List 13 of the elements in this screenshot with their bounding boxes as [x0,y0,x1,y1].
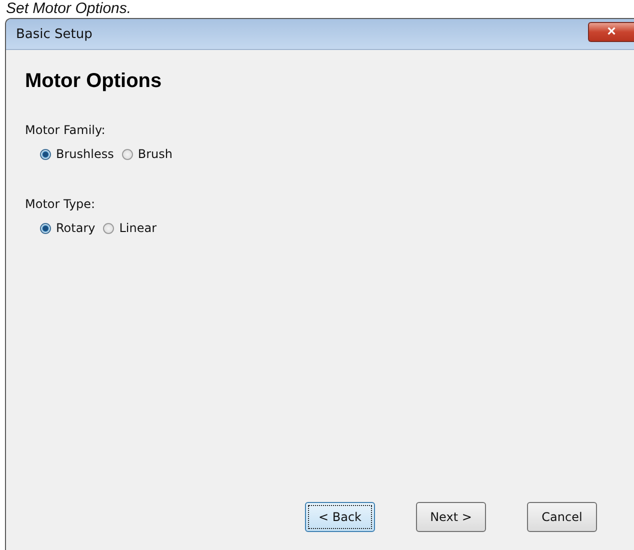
page-heading: Motor Options [25,70,163,93]
radio-option[interactable]: Brush [122,147,172,161]
group-label: Motor Family: [25,123,106,137]
group-label: Motor Type: [25,197,96,211]
radio-option[interactable]: Linear [103,221,157,235]
caption-text: Set Motor Options. [5,0,132,18]
window-title: Basic Setup [16,26,92,42]
dialog-button[interactable]: Next > [416,502,486,532]
dialog-button[interactable]: Cancel [527,502,597,532]
radio-option[interactable]: Rotary [40,221,96,235]
close-button[interactable]: × [588,22,634,42]
radio-option[interactable]: Brushless [40,147,114,161]
dialog-button[interactable]: < Back [305,502,375,532]
